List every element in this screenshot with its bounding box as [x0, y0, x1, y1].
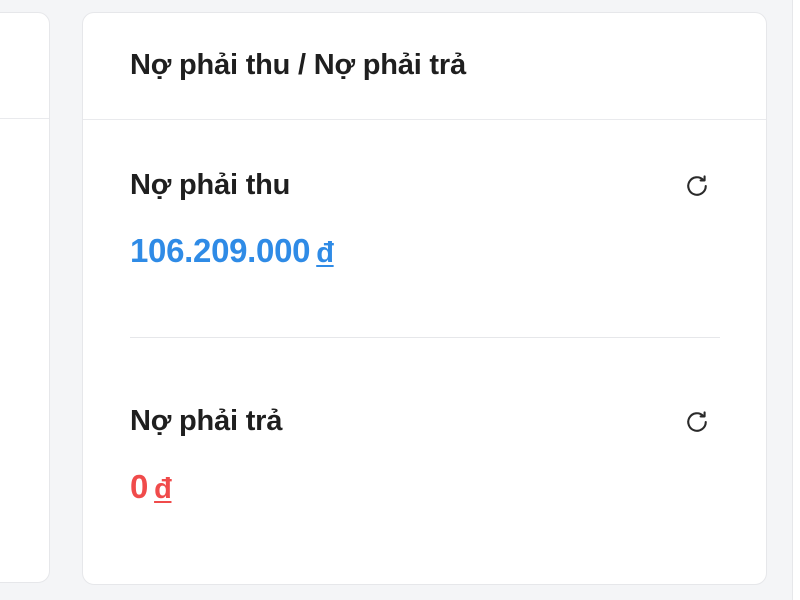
refresh-icon	[683, 172, 711, 205]
receivable-section: Nợ phải thu 106.209.000 đ	[130, 169, 720, 270]
right-edge-panel	[792, 0, 800, 600]
receivable-label: Nợ phải thu	[130, 169, 291, 201]
payable-section: Nợ phải trả 0đ	[130, 405, 720, 506]
debt-summary-card: Nợ phải thu / Nợ phải trả Nợ phải thu 10…	[82, 12, 767, 585]
section-divider	[130, 337, 720, 338]
payable-label: Nợ phải trả	[130, 405, 283, 437]
payable-refresh-button[interactable]	[680, 407, 714, 441]
adjacent-card	[0, 12, 50, 583]
receivable-currency-link[interactable]: đ	[316, 237, 334, 269]
adjacent-card-divider	[0, 118, 49, 119]
card-title: Nợ phải thu / Nợ phải trả	[130, 49, 466, 81]
dashboard-canvas: Nợ phải thu / Nợ phải trả Nợ phải thu 10…	[0, 0, 800, 600]
receivable-refresh-button[interactable]	[680, 171, 714, 205]
payable-amount: 0đ	[130, 468, 720, 506]
refresh-icon	[683, 408, 711, 441]
receivable-amount-value: 106.209.000	[130, 232, 311, 269]
payable-amount-value: 0	[130, 468, 149, 505]
card-header: Nợ phải thu / Nợ phải trả	[83, 13, 766, 120]
payable-currency-link[interactable]: đ	[154, 473, 172, 505]
receivable-amount: 106.209.000 đ	[130, 232, 720, 270]
